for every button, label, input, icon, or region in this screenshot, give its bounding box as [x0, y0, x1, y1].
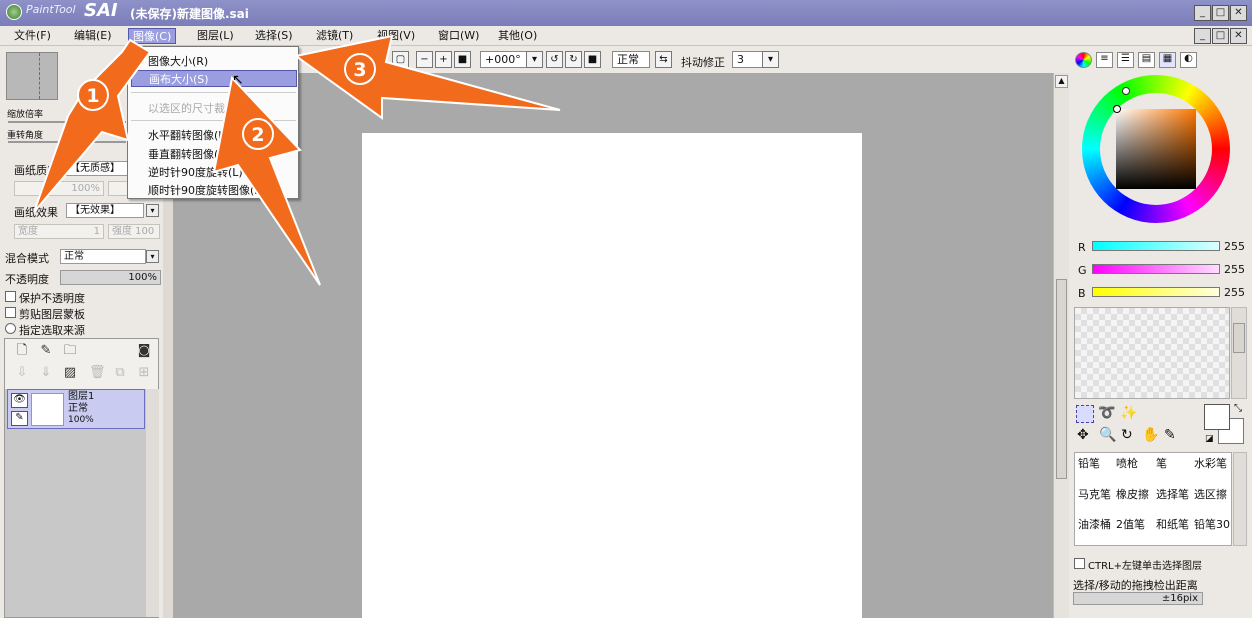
- arrow-2-shape: [212, 75, 321, 286]
- step-3-number: 3: [353, 59, 366, 81]
- tutorial-arrows: 1 2 3: [33, 34, 561, 286]
- step-2-number: 2: [251, 124, 264, 146]
- step-1-number: 1: [86, 85, 99, 107]
- mouse-cursor-icon: ↖: [232, 72, 244, 88]
- arrow-3-shape: [293, 34, 561, 120]
- arrow-1-shape: [33, 38, 152, 213]
